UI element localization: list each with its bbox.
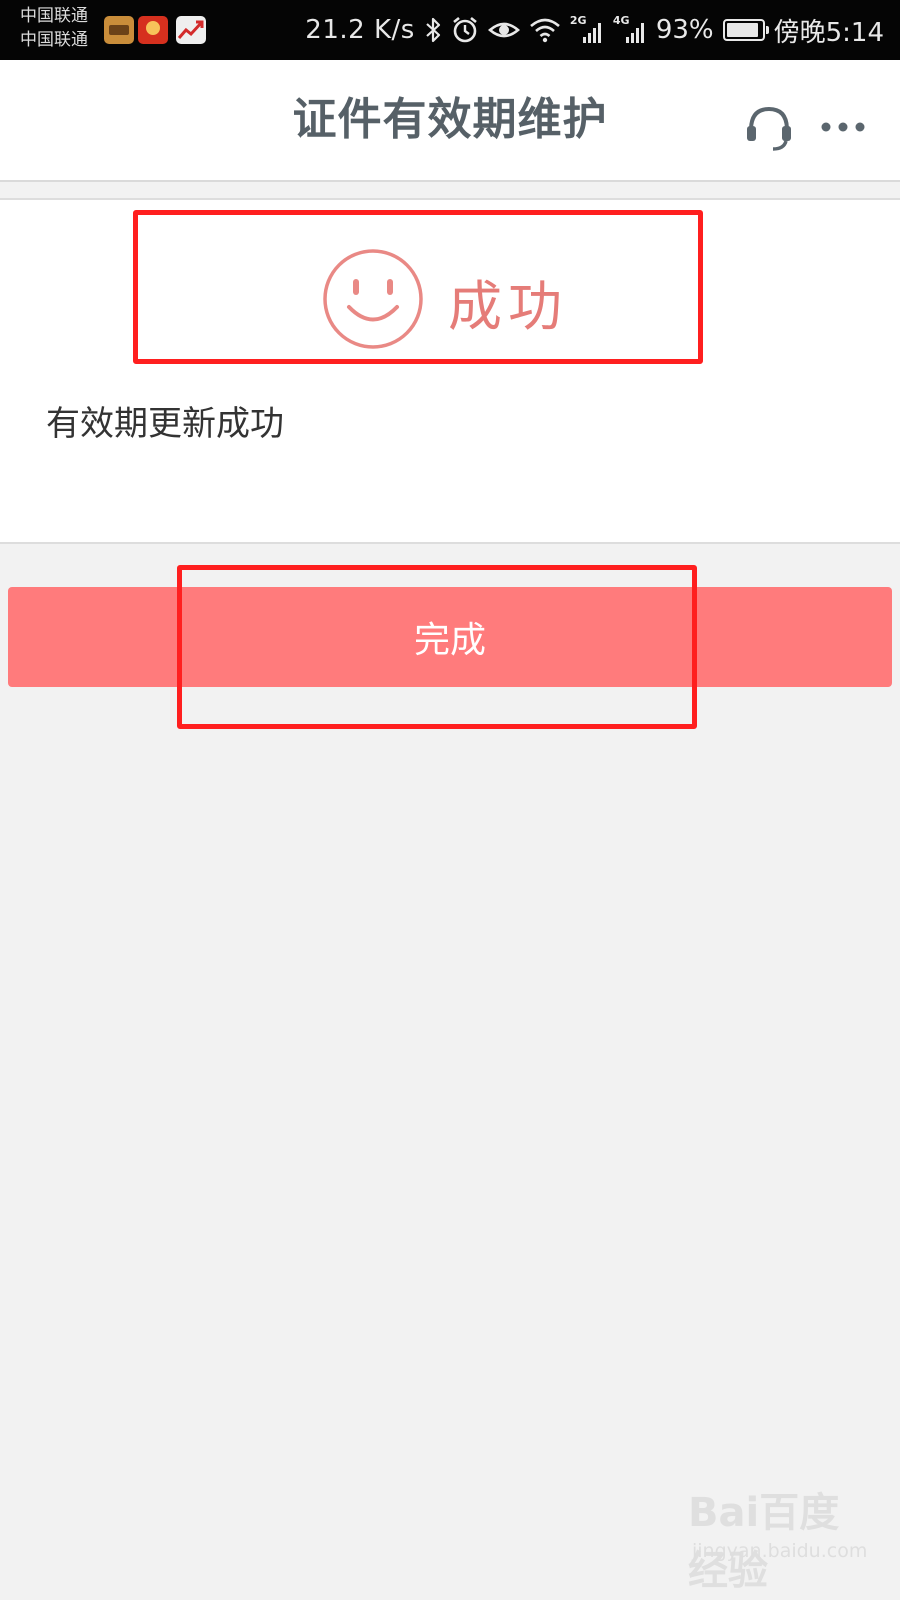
- watermark: Bai百度经验 jingyan.baidu.com: [688, 1480, 878, 1594]
- signal-icon-sim2: 4G: [613, 14, 647, 44]
- clock: 傍晚5:14: [773, 17, 884, 48]
- more-icon: [818, 122, 868, 148]
- eye-icon: [487, 18, 520, 42]
- chef-app-icon: [138, 16, 168, 44]
- success-title: 成功: [448, 274, 568, 338]
- alarm-icon: [451, 16, 479, 44]
- bluetooth-icon: [424, 16, 442, 44]
- customer-service-button[interactable]: [742, 100, 796, 154]
- smiley-icon: [320, 246, 426, 356]
- success-status: 成功: [320, 246, 568, 356]
- wifi-icon: [529, 17, 561, 43]
- result-card: 成功 有效期更新成功: [0, 198, 900, 544]
- more-menu-button[interactable]: [818, 110, 868, 144]
- carrier-info: 中国联通 中国联通: [20, 4, 88, 52]
- signal-icon-sim1: 2G: [570, 14, 604, 44]
- carrier-1: 中国联通: [20, 6, 88, 26]
- watermark-url: jingyan.baidu.com: [692, 1540, 868, 1562]
- battery-fill: [726, 23, 758, 37]
- wallet-app-icon: [104, 16, 134, 44]
- battery-icon: [722, 19, 769, 41]
- title-bar: 证件有效期维护: [0, 60, 900, 182]
- network-speed: 21.2 K/s: [305, 15, 415, 45]
- result-message: 有效期更新成功: [46, 404, 284, 444]
- status-bar: 中国联通 中国联通 21.2 K/s 2G 4G 93% 傍晚5:14: [0, 0, 900, 60]
- watermark-brand: Bai百度经验: [688, 1490, 840, 1594]
- battery-percent: 93%: [655, 15, 714, 45]
- status-indicators: 21.2 K/s 2G 4G 93% 傍晚5:14: [305, 0, 884, 60]
- done-button[interactable]: 完成: [8, 587, 892, 687]
- carrier-2: 中国联通: [20, 30, 88, 50]
- headset-icon: [742, 106, 796, 158]
- stock-app-icon: [176, 16, 206, 44]
